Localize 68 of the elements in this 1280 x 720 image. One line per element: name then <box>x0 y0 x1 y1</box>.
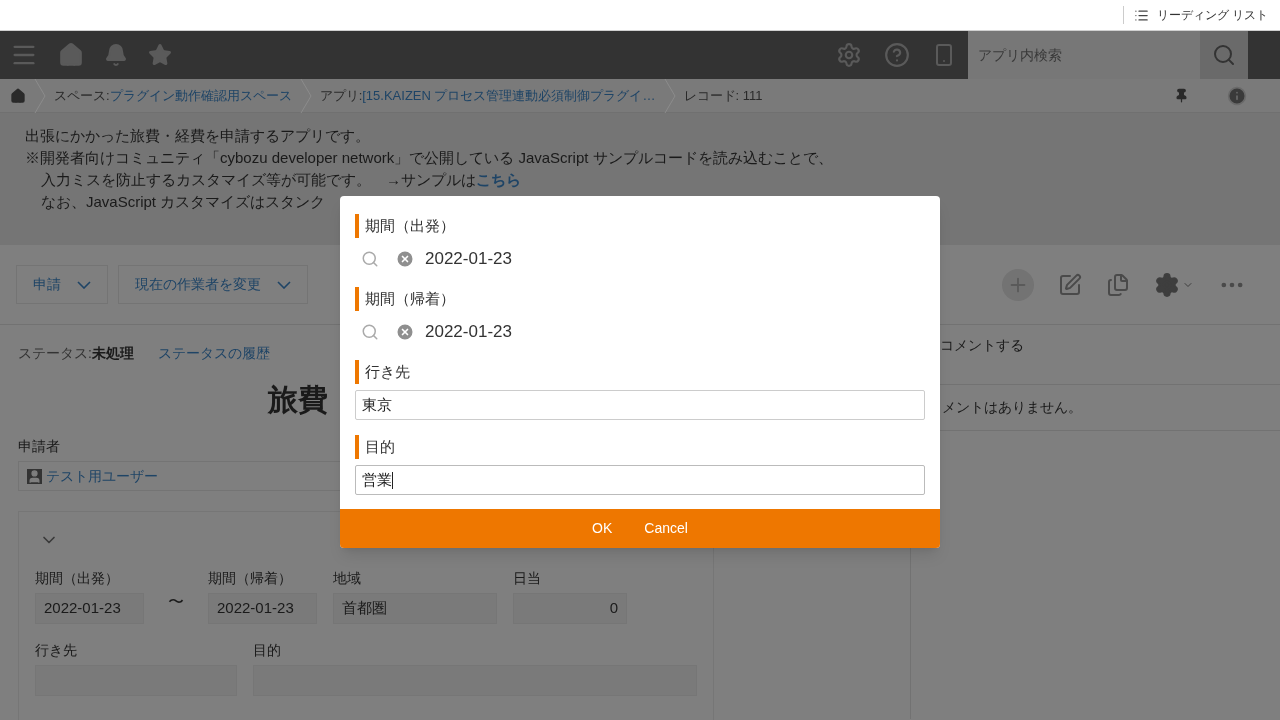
field-label: 地域 <box>333 569 362 588</box>
dialog-field-label: 行き先 <box>355 360 925 384</box>
search-button[interactable] <box>1200 31 1248 79</box>
field-label: 期間（帰着） <box>208 569 293 588</box>
edit-icon[interactable] <box>1058 272 1082 297</box>
comment-post-link[interactable]: コメントする <box>940 337 1024 353</box>
pin-icon[interactable] <box>1174 88 1189 103</box>
search-icon[interactable] <box>361 250 379 268</box>
no-comments-text: メントはありません。 <box>942 398 1082 417</box>
breadcrumb-label: スペース: <box>54 86 110 105</box>
description-text: 入力ミスを防止するカスタマイズ等が可能です。 →サンプルは <box>41 171 476 188</box>
dialog-field-label: 目的 <box>355 435 925 459</box>
search-icon <box>1212 43 1236 67</box>
help-icon[interactable] <box>884 42 910 68</box>
description-text: 出張にかかった旅費・経費を申請するアプリです。 <box>25 127 370 144</box>
date-value: 2022-01-23 <box>425 321 512 344</box>
dialog-field-label: 期間（出発） <box>355 214 925 238</box>
star-icon[interactable] <box>148 43 172 67</box>
breadcrumb-separator <box>299 78 312 113</box>
description-text: なお、JavaScript カスタマイズはスタンク <box>41 193 326 210</box>
description-text: ※開発者向けコミュニティ「cybozu developer network」で公開している JavaScript サンプルコードを読み込むことで、 <box>25 149 833 166</box>
field-value: 2022-01-23 <box>208 593 317 624</box>
reading-list-link[interactable]: リーディング リスト <box>1156 6 1268 24</box>
cancel-button[interactable]: Cancel <box>644 518 688 539</box>
field-value: 0 <box>513 593 627 624</box>
field-label: 日当 <box>513 569 542 588</box>
breadcrumb-label: レコード: 111 <box>683 86 763 105</box>
field-label: 行き先 <box>35 641 78 660</box>
text-field[interactable]: 東京 <box>355 390 925 420</box>
clear-icon[interactable] <box>395 249 415 269</box>
ok-button[interactable]: OK <box>592 518 613 539</box>
record-title: 旅費 <box>268 383 328 416</box>
settings-dropdown[interactable] <box>1154 271 1194 298</box>
breadcrumb-separator <box>34 78 46 113</box>
settings-icon[interactable] <box>836 42 862 68</box>
user-icon <box>27 468 42 484</box>
action-dropdown[interactable]: 現在の作業者を変更 <box>118 265 308 304</box>
user-link[interactable]: テスト用ユーザー <box>46 465 158 487</box>
breadcrumb-separator <box>663 78 676 113</box>
field-value: 2022-01-23 <box>35 593 144 624</box>
caret-icon <box>277 280 291 289</box>
field-label: 目的 <box>253 641 282 660</box>
date-value: 2022-01-23 <box>425 248 512 271</box>
add-button[interactable] <box>1002 268 1034 301</box>
caret-icon <box>77 280 91 289</box>
home-icon[interactable] <box>10 87 26 104</box>
info-icon[interactable] <box>1227 85 1247 106</box>
breadcrumb-link[interactable]: プラグイン動作確認用スペース <box>109 85 292 106</box>
bell-icon[interactable] <box>104 43 128 67</box>
field-value: 首都圏 <box>333 593 497 624</box>
breadcrumb-label: アプリ: <box>319 86 363 105</box>
status-label: ステータス: <box>18 344 92 363</box>
home-icon[interactable] <box>58 42 84 68</box>
duplicate-icon[interactable] <box>1106 272 1130 297</box>
text-field[interactable]: 営業 <box>355 465 925 495</box>
search-icon[interactable] <box>361 323 379 341</box>
breadcrumb-link[interactable]: [15.KAIZEN プロセス管理連動必須制御プラグイ… <box>362 85 656 106</box>
search-field[interactable]: アプリ内検索 <box>968 31 1200 79</box>
range-mark: 〜 <box>167 592 185 612</box>
clear-icon[interactable] <box>395 322 415 342</box>
field-label: 申請者 <box>18 438 60 454</box>
gear-icon <box>1154 271 1180 298</box>
list-icon <box>1133 7 1149 23</box>
sample-link[interactable]: こちら <box>476 171 521 188</box>
action-dropdown[interactable]: 申請 <box>16 265 108 304</box>
status-history-link[interactable]: ステータスの履歴 <box>157 343 270 364</box>
field-label: 期間（出発） <box>35 569 120 588</box>
dialog-field-label: 期間（帰着） <box>355 287 925 311</box>
